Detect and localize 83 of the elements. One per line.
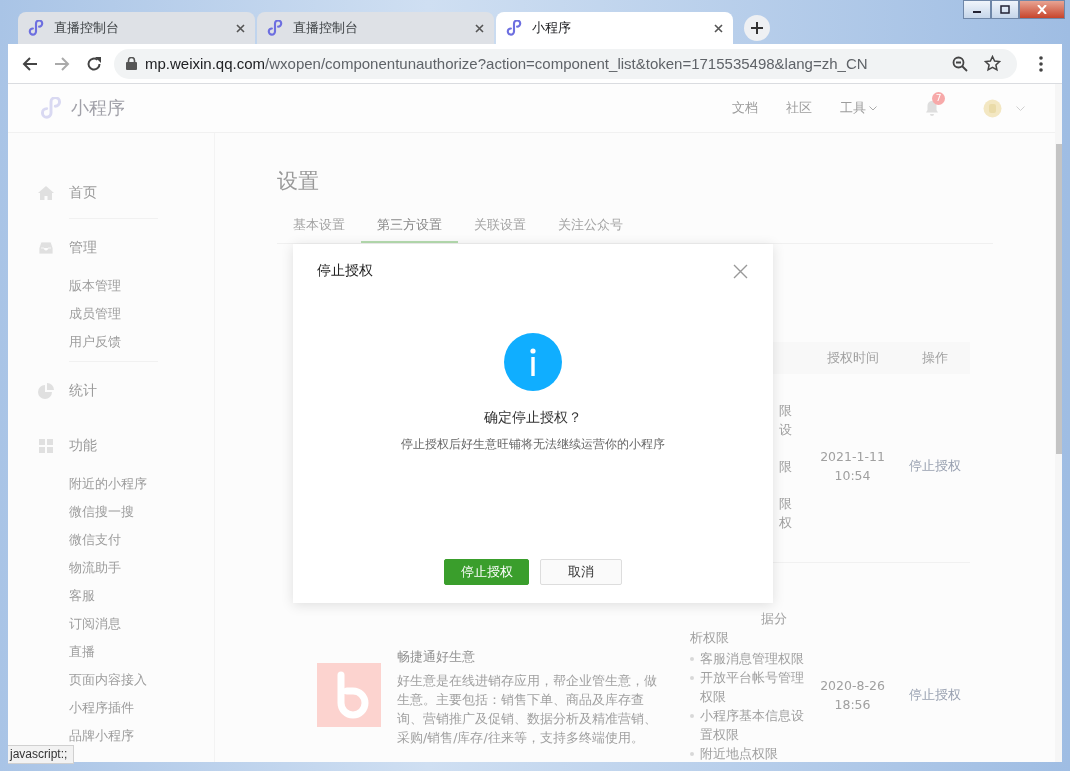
page-tab[interactable]: 基本设置 (277, 209, 361, 243)
permission-text: 限 (778, 402, 792, 420)
auth-time: 18:56 (833, 696, 872, 714)
tab-favicon-icon (506, 20, 522, 36)
back-icon (22, 55, 38, 72)
permission-text: 析权限 (690, 629, 730, 647)
info-icon (504, 333, 562, 391)
page-tab[interactable]: 关联设置 (458, 209, 542, 243)
lock-icon (126, 57, 137, 70)
sidebar-item[interactable]: 附近的小程序 (8, 470, 214, 498)
nav-link[interactable]: 工具 (840, 99, 877, 117)
permission-text: 据分 (760, 610, 788, 628)
scrollbar-thumb[interactable] (1056, 144, 1062, 454)
close-icon[interactable] (714, 23, 723, 33)
auth-date: 2020-8-26 (819, 677, 886, 695)
tab-favicon-icon (267, 20, 283, 36)
permission-item: 附近地点权限 (700, 745, 778, 762)
close-icon[interactable] (236, 23, 245, 33)
pie-chart-icon (38, 383, 54, 399)
sidebar-item[interactable]: 用户反馈 (8, 328, 214, 356)
sidebar-item[interactable]: 成员管理 (8, 300, 214, 328)
sidebar-item[interactable]: 微信支付 (8, 526, 214, 554)
dialog-title: 停止授权 (317, 262, 373, 280)
auth-time: 10:54 (833, 467, 872, 485)
sidebar-section[interactable]: 首页 (8, 173, 214, 213)
permission-item: 小程序基本信息设置权限 (700, 707, 804, 744)
cancel-button[interactable]: 取消 (540, 559, 622, 585)
permission-item: 客服消息管理权限 (700, 650, 804, 668)
permission-item: 开放平台帐号管理权限 (700, 669, 804, 706)
new-tab-button[interactable] (744, 15, 770, 41)
reload-icon (86, 55, 102, 72)
close-window-button[interactable] (1019, 0, 1065, 19)
dialog-heading: 确定停止授权？ (484, 408, 582, 427)
auth-date: 2021-1-11 (819, 448, 886, 466)
permission-text: 限 (778, 458, 792, 476)
status-bar: javascript:; (8, 745, 75, 764)
logo-icon (40, 97, 62, 119)
nav-link[interactable]: 社区 (786, 99, 812, 117)
sidebar-section[interactable]: 管理 (8, 228, 214, 268)
column-header: 授权时间 (825, 349, 880, 367)
page-tab[interactable]: 关注公众号 (542, 209, 639, 243)
browser-tab[interactable]: 直播控制台 (257, 12, 494, 44)
revoke-link[interactable]: 停止授权 (909, 687, 961, 702)
inbox-icon (38, 240, 54, 256)
permission-text: 限 (778, 495, 792, 513)
sidebar-item[interactable]: 直播 (8, 638, 214, 666)
permission-text: 权 (778, 514, 792, 532)
maximize-icon (1000, 5, 1010, 14)
browser-tab[interactable]: 直播控制台 (18, 12, 255, 44)
sidebar-item[interactable]: 订阅消息 (8, 610, 214, 638)
column-header: 操作 (921, 349, 949, 367)
logo-text: 小程序 (71, 96, 125, 120)
close-icon[interactable] (475, 23, 484, 33)
sidebar-section[interactable]: 功能 (8, 426, 214, 466)
plus-icon (751, 22, 763, 34)
revoke-link[interactable]: 停止授权 (909, 458, 961, 473)
sidebar-item[interactable]: 版本管理 (8, 272, 214, 300)
star-icon (984, 55, 1001, 72)
browser-tab[interactable]: 小程序 (496, 12, 733, 44)
sidebar-section[interactable]: 统计 (8, 371, 214, 411)
address-bar[interactable]: mp.weixin.qq.com/wxopen/componentunauthorize?action=component_list&token=1715535498&lang=zh_CN (114, 48, 1017, 79)
app-name: 畅捷通好生意 (397, 648, 476, 666)
nav-link[interactable]: 文档 (732, 99, 758, 117)
sidebar-item[interactable]: 页面内容接入 (8, 666, 214, 694)
sidebar-item[interactable]: 小程序插件 (8, 694, 214, 722)
page-title: 设置 (277, 168, 320, 195)
close-window-icon (1037, 5, 1047, 14)
home-icon (38, 185, 54, 201)
permission-text: 设 (778, 421, 792, 439)
tab-favicon-icon (28, 20, 44, 36)
dialog-message: 停止授权后好生意旺铺将无法继续运营你的小程序 (401, 436, 665, 453)
confirm-button[interactable]: 停止授权 (444, 559, 529, 585)
notification-badge: 7 (932, 92, 945, 105)
magnifier-icon (952, 55, 968, 72)
app-logo (317, 663, 381, 727)
forward-icon (54, 55, 70, 72)
grid-icon (38, 438, 54, 454)
app-description: 好生意是在线进销存应用，帮企业管生意，做生意。主要包括：销售下单、商品及库存查询、营销推广及促销、数据分析及精准营销、采购/销售/库存/往来等，支持多终端使用。 (397, 672, 658, 747)
menu-icon (1039, 55, 1043, 72)
maximize-button[interactable] (991, 0, 1019, 19)
minimize-button[interactable] (963, 0, 991, 19)
sidebar-item[interactable]: 客服 (8, 582, 214, 610)
sidebar-item[interactable]: 物流助手 (8, 554, 214, 582)
